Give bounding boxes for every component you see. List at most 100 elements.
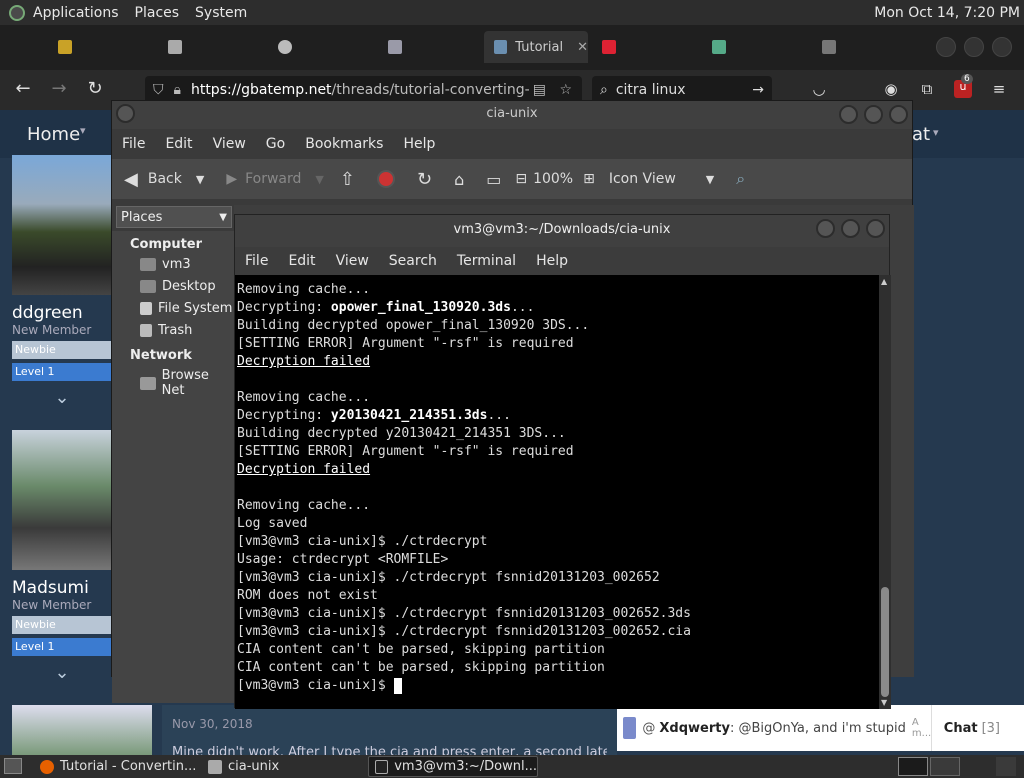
member-avatar[interactable]	[12, 705, 152, 755]
distro-logo-icon[interactable]	[9, 4, 25, 21]
tab-background-1[interactable]	[48, 31, 158, 63]
sidebar-item-desktop[interactable]: Desktop	[112, 276, 234, 298]
taskbar-item-browser[interactable]: Tutorial - Convertin...	[34, 756, 200, 777]
tab-tutorial[interactable]: Tutorial ✕	[484, 31, 588, 63]
scroll-up-icon[interactable]: ▲	[881, 277, 887, 286]
tab-background-4[interactable]	[378, 31, 488, 63]
search-go-arrow-icon[interactable]: →	[752, 82, 764, 98]
nav-home-link[interactable]: Home	[27, 124, 80, 145]
member-name[interactable]: Madsumi	[12, 578, 112, 598]
maximize-browser-button[interactable]	[964, 37, 984, 57]
minimize-button[interactable]	[839, 105, 858, 124]
view-mode-select[interactable]: Icon View	[609, 171, 676, 187]
workspace-switcher-1[interactable]	[898, 757, 928, 776]
expand-chevron-icon[interactable]: ⌄	[12, 387, 112, 408]
expand-chevron-icon[interactable]: ⌄	[12, 662, 112, 683]
reload-icon[interactable]: ↻	[84, 78, 106, 99]
clock[interactable]: Mon Oct 14, 7:20 PM	[874, 5, 1020, 21]
terminal-output[interactable]: Removing cache... Decrypting: opower_fina…	[235, 275, 879, 709]
chat-user[interactable]: Xdqwerty	[659, 721, 730, 736]
term-menu-edit[interactable]: Edit	[278, 253, 325, 269]
chevron-down-icon[interactable]: ▾	[933, 126, 939, 139]
extensions-icon[interactable]: ⧉	[918, 80, 936, 98]
fm-menu-go[interactable]: Go	[256, 136, 295, 152]
taskbar-item-file-manager[interactable]: cia-unix	[202, 756, 366, 777]
menu-places[interactable]: Places	[135, 5, 180, 21]
sidebar-item-browse-net[interactable]: Browse Net	[112, 365, 234, 402]
back-button[interactable]: Back	[148, 171, 182, 187]
chat-bar[interactable]: @ Xdqwerty : @BigOnYa, and i'm stupid A …	[617, 705, 1024, 751]
nav-right-link[interactable]: at	[912, 124, 930, 145]
tab-gmail[interactable]	[592, 31, 702, 63]
close-tab-icon[interactable]: ✕	[577, 40, 588, 55]
line-text: [vm3@vm3 cia-unix]$	[237, 678, 394, 693]
view-mode-dropdown-icon[interactable]: ▼	[706, 173, 714, 186]
term-menu-help[interactable]: Help	[526, 253, 578, 269]
term-menu-terminal[interactable]: Terminal	[447, 253, 526, 269]
member-avatar[interactable]	[12, 155, 112, 295]
forward-arrow-icon[interactable]: →	[48, 78, 70, 99]
minimize-browser-button[interactable]	[936, 37, 956, 57]
terminal-titlebar[interactable]: vm3@vm3:~/Downloads/cia-unix	[235, 215, 889, 247]
up-arrow-icon[interactable]: ⇧	[340, 169, 355, 190]
home-dropdown-icon[interactable]: ▾	[80, 124, 86, 137]
chat-label[interactable]: Chat	[944, 721, 978, 736]
lock-icon[interactable]: 🔒︎	[174, 82, 181, 98]
menu-system[interactable]: System	[195, 5, 247, 21]
places-dropdown[interactable]: Places ▼	[116, 206, 232, 228]
pocket-icon[interactable]: ◡	[810, 80, 828, 98]
sidebar-item-vm3[interactable]: vm3	[112, 254, 234, 276]
minimize-button[interactable]	[816, 219, 835, 238]
fm-menu-edit[interactable]: Edit	[155, 136, 202, 152]
trash-applet-icon[interactable]	[996, 757, 1016, 776]
window-menu-button[interactable]	[116, 104, 135, 123]
zoom-in-icon[interactable]: ⊞	[583, 171, 595, 187]
fm-menu-bookmarks[interactable]: Bookmarks	[295, 136, 393, 152]
forward-button[interactable]: Forward	[245, 171, 301, 187]
search-icon[interactable]: ⌕	[736, 169, 745, 189]
computer-icon[interactable]: ▭	[486, 170, 501, 189]
close-button[interactable]	[866, 219, 885, 238]
tab-background-8[interactable]	[812, 31, 872, 63]
scroll-down-icon[interactable]: ▼	[881, 698, 887, 707]
back-history-dropdown-icon[interactable]: ▼	[196, 173, 204, 186]
member-name[interactable]: ddgreen	[12, 303, 112, 323]
tab-background-7[interactable]	[702, 31, 812, 63]
stop-icon[interactable]	[376, 170, 395, 188]
member-avatar[interactable]	[12, 430, 112, 570]
zoom-out-icon[interactable]: ⊟	[515, 171, 527, 187]
sidebar-item-trash[interactable]: Trash	[112, 320, 234, 342]
show-desktop-icon[interactable]	[4, 758, 22, 774]
maximize-button[interactable]	[864, 105, 883, 124]
back-arrow-icon[interactable]: ◀	[124, 169, 138, 190]
account-icon[interactable]: ◉	[882, 80, 900, 98]
fm-menu-help[interactable]: Help	[393, 136, 445, 152]
scrollbar-thumb[interactable]	[881, 587, 889, 697]
bookmark-star-icon[interactable]: ☆	[559, 82, 572, 98]
fm-titlebar[interactable]: cia-unix	[112, 101, 912, 129]
term-menu-view[interactable]: View	[326, 253, 379, 269]
menu-applications[interactable]: Applications	[33, 5, 119, 21]
hamburger-menu-icon[interactable]: ≡	[990, 80, 1008, 98]
search-input[interactable]: citra linux	[616, 82, 686, 98]
shield-icon[interactable]: ⛉	[153, 82, 164, 98]
back-arrow-icon[interactable]: ←	[12, 78, 34, 99]
reader-view-icon[interactable]: ▤	[533, 82, 546, 98]
maximize-button[interactable]	[841, 219, 860, 238]
taskbar-item-terminal[interactable]: vm3@vm3:~/Downl...	[368, 756, 538, 777]
terminal-scrollbar[interactable]: ▲ ▼	[879, 275, 891, 709]
tab-github[interactable]	[268, 31, 378, 63]
close-browser-button[interactable]	[992, 37, 1012, 57]
close-button[interactable]	[889, 105, 908, 124]
sidebar-item-filesystem[interactable]: File System	[112, 298, 234, 320]
home-folder-icon[interactable]: ⌂	[454, 170, 464, 189]
tab-background-2[interactable]	[158, 31, 268, 63]
term-menu-file[interactable]: File	[235, 253, 278, 269]
workspace-switcher-2[interactable]	[930, 757, 960, 776]
forward-arrow-icon[interactable]: ▶	[226, 171, 237, 187]
reload-icon[interactable]: ↻	[417, 169, 432, 190]
fm-menu-file[interactable]: File	[112, 136, 155, 152]
term-menu-search[interactable]: Search	[379, 253, 447, 269]
forward-history-dropdown-icon[interactable]: ▼	[315, 173, 323, 186]
fm-menu-view[interactable]: View	[203, 136, 256, 152]
